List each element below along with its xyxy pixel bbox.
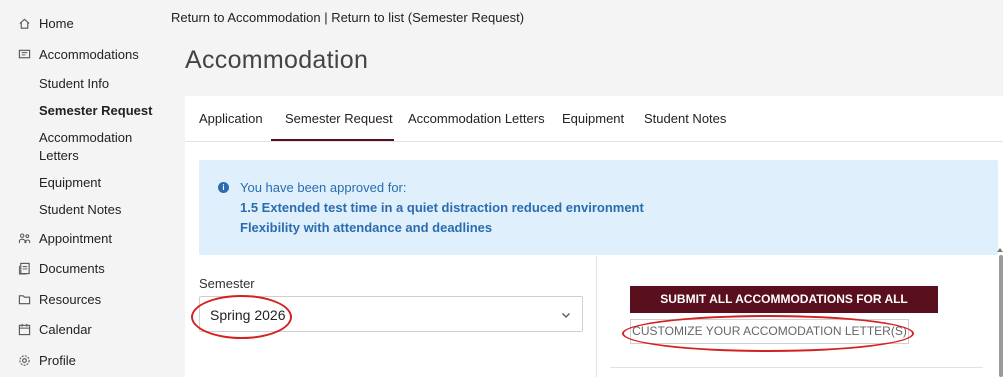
- scrollbar-up-arrow-icon[interactable]: [997, 248, 1003, 252]
- breadcrumb-separator: |: [320, 10, 332, 25]
- divider: [610, 367, 983, 368]
- page-title: Accommodation: [185, 46, 369, 74]
- approval-alert: i You have been approved for: 1.5 Extend…: [199, 160, 998, 255]
- sidebar-item-accommodations[interactable]: Accommodations: [18, 47, 139, 62]
- sidebar-item-label: Appointment: [39, 231, 112, 246]
- sidebar-subitem-label: Accommodation: [39, 130, 133, 145]
- sidebar-item-resources[interactable]: Resources: [18, 292, 101, 307]
- tab-bar: Application Semester Request Accommodati…: [185, 96, 1003, 142]
- people-icon: [18, 232, 31, 245]
- sidebar: Home Accommodations Student Info Semeste…: [0, 0, 165, 377]
- sidebar-item-label: Calendar: [39, 322, 92, 337]
- sidebar-subitem-student-info[interactable]: Student Info: [39, 75, 109, 93]
- tab-student-notes[interactable]: Student Notes: [644, 111, 726, 126]
- tab-application[interactable]: Application: [199, 111, 263, 126]
- chevron-down-icon: [562, 313, 570, 318]
- tab-semester-request[interactable]: Semester Request: [285, 111, 393, 126]
- approval-item: 1.5 Extended test time in a quiet distra…: [240, 200, 644, 215]
- scrollbar-thumb[interactable]: [999, 255, 1003, 377]
- breadcrumb: Return to Accommodation | Return to list…: [171, 10, 524, 25]
- home-icon: [18, 17, 31, 30]
- sidebar-item-label: Accommodations: [39, 47, 139, 62]
- folder-icon: [18, 293, 31, 306]
- semester-selected-value: Spring 2026: [210, 307, 286, 323]
- sidebar-subitem-label: Letters: [39, 148, 79, 163]
- semester-label: Semester: [199, 276, 255, 291]
- column-divider: [596, 256, 597, 377]
- message-icon: [18, 48, 31, 61]
- sidebar-item-profile[interactable]: Profile: [18, 353, 76, 368]
- sidebar-item-calendar[interactable]: Calendar: [18, 322, 92, 337]
- calendar-icon: [18, 323, 31, 336]
- alert-intro: You have been approved for:: [240, 180, 407, 195]
- submit-all-accommodations-button[interactable]: SUBMIT ALL ACCOMMODATIONS FOR ALL COURSE…: [630, 286, 938, 333]
- tab-accommodation-letters[interactable]: Accommodation Letters: [408, 111, 545, 126]
- tab-equipment[interactable]: Equipment: [562, 111, 624, 126]
- sidebar-item-appointment[interactable]: Appointment: [18, 231, 112, 246]
- info-icon: i: [218, 182, 229, 193]
- approval-item: Flexibility with attendance and deadline…: [240, 220, 493, 235]
- main-card: Application Semester Request Accommodati…: [185, 96, 1003, 377]
- sidebar-item-label: Documents: [39, 261, 105, 276]
- sidebar-item-label: Home: [39, 16, 74, 31]
- sidebar-item-home[interactable]: Home: [18, 16, 74, 31]
- sidebar-subitem-student-notes[interactable]: Student Notes: [39, 201, 121, 219]
- documents-icon: [18, 262, 31, 275]
- sidebar-item-documents[interactable]: Documents: [18, 261, 105, 276]
- sidebar-subitem-semester-request[interactable]: Semester Request: [39, 102, 152, 120]
- active-tab-indicator: [271, 139, 394, 141]
- sidebar-item-label: Resources: [39, 292, 102, 307]
- breadcrumb-return-list-link[interactable]: Return to list (Semester Request): [331, 10, 524, 25]
- sidebar-subitem-accommodation-letters[interactable]: Accommodation Letters: [39, 129, 132, 165]
- gear-icon: [18, 354, 31, 367]
- semester-select[interactable]: Spring 2026: [199, 296, 583, 332]
- sidebar-item-label: Profile: [39, 353, 76, 368]
- breadcrumb-return-accommodation-link[interactable]: Return to Accommodation: [171, 10, 321, 25]
- customize-letters-button[interactable]: CUSTOMIZE YOUR ACCOMODATION LETTER(S): [630, 319, 909, 344]
- sidebar-subitem-equipment[interactable]: Equipment: [39, 174, 101, 192]
